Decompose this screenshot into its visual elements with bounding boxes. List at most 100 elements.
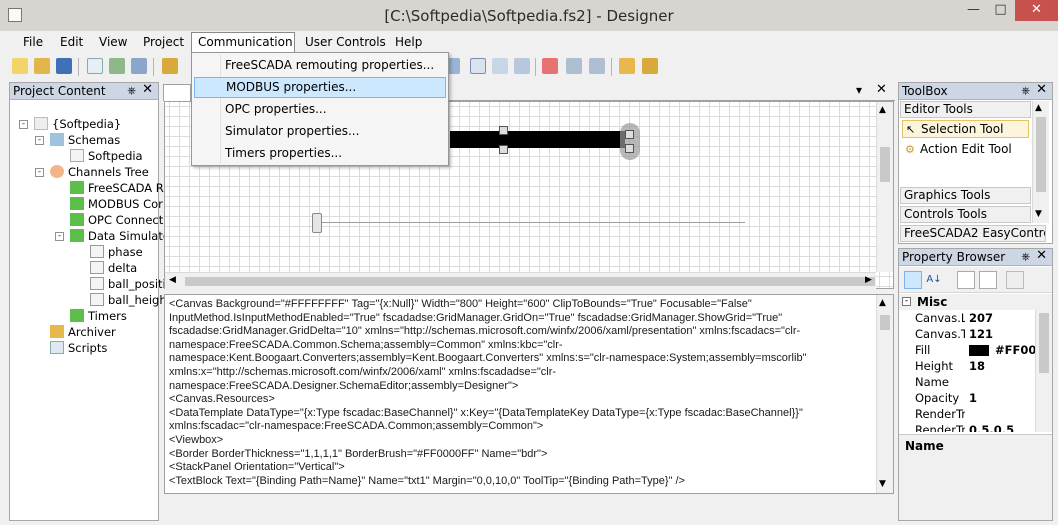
- send-back-icon[interactable]: [642, 58, 658, 74]
- property-value[interactable]: 207: [969, 310, 993, 326]
- vertical-scrollbar[interactable]: ▲: [876, 102, 893, 272]
- scroll-thumb[interactable]: [1039, 313, 1049, 373]
- slider-track[interactable]: [320, 222, 745, 223]
- menu-item-simulator-properties[interactable]: Simulator properties...: [194, 121, 446, 142]
- scroll-down-icon[interactable]: ▼: [879, 479, 886, 489]
- scroll-thumb[interactable]: [1036, 117, 1046, 192]
- menu-item-modbus-properties[interactable]: MODBUS properties...: [194, 77, 446, 98]
- property-row[interactable]: Height 18: [899, 358, 1042, 374]
- property-pages-icon[interactable]: [957, 271, 975, 289]
- tree-item-opc[interactable]: OPC Connecti: [70, 212, 166, 228]
- xaml-icon[interactable]: [542, 58, 558, 74]
- paste-icon[interactable]: [514, 58, 530, 74]
- copy-icon[interactable]: [492, 58, 508, 74]
- xaml-editor[interactable]: <Canvas Background="#FFFFFFFF" Tag="{x:N…: [164, 294, 894, 494]
- collapse-toggle[interactable]: -: [19, 120, 28, 129]
- menu-communication[interactable]: Communication: [191, 32, 295, 53]
- scroll-thumb[interactable]: [880, 147, 890, 182]
- vertical-scrollbar[interactable]: ▲ ▼: [1032, 101, 1049, 223]
- scroll-right-icon[interactable]: ▶: [865, 275, 872, 285]
- sort-alpha-icon[interactable]: A↓: [925, 271, 943, 289]
- close-icon[interactable]: ✕: [142, 82, 153, 98]
- property-grid-icon[interactable]: [1006, 271, 1024, 289]
- property-value[interactable]: 1: [969, 390, 977, 406]
- scroll-up-icon[interactable]: ▲: [1035, 103, 1042, 113]
- menu-view[interactable]: View: [93, 34, 133, 51]
- pin-icon[interactable]: ⎈: [1021, 249, 1030, 265]
- property-row[interactable]: RenderTra 0.5,0.5: [899, 422, 1042, 432]
- menu-edit[interactable]: Edit: [54, 34, 89, 51]
- scroll-thumb[interactable]: [880, 315, 890, 330]
- property-value[interactable]: 121: [969, 326, 993, 342]
- group-graphics-tools[interactable]: Graphics Tools: [900, 187, 1031, 204]
- property-value[interactable]: 0.5,0.5: [969, 422, 1014, 432]
- tree-item-channel[interactable]: delta: [90, 260, 137, 276]
- collapse-toggle[interactable]: -: [55, 232, 64, 241]
- pin-icon[interactable]: ⎈: [1021, 83, 1030, 99]
- save-icon[interactable]: [56, 58, 72, 74]
- scroll-left-icon[interactable]: ◀: [169, 275, 176, 285]
- property-row[interactable]: Opacity 1: [899, 390, 1042, 406]
- tree-item-channels-tree[interactable]: Channels Tree: [50, 164, 149, 180]
- resize-handle[interactable]: [625, 130, 634, 139]
- property-value[interactable]: 18: [969, 358, 985, 374]
- scroll-down-icon[interactable]: ▼: [1035, 209, 1042, 219]
- close-button[interactable]: ✕: [1015, 0, 1058, 21]
- horizontal-scrollbar[interactable]: ◀ ▶: [165, 272, 876, 289]
- menu-project[interactable]: Project: [137, 34, 190, 51]
- group-editor-tools[interactable]: Editor Tools: [900, 101, 1031, 118]
- tree-item-schema[interactable]: Softpedia: [70, 148, 143, 164]
- tree-item-freescada[interactable]: FreeSCADA R: [70, 180, 164, 196]
- close-document-icon[interactable]: ✕: [876, 82, 887, 97]
- menu-file[interactable]: File: [17, 34, 49, 51]
- categorized-icon[interactable]: [904, 271, 922, 289]
- build-icon[interactable]: [131, 58, 147, 74]
- menu-item-opc-properties[interactable]: OPC properties...: [194, 99, 446, 120]
- tree-item-schemas[interactable]: Schemas: [50, 132, 120, 148]
- slider-thumb[interactable]: [312, 213, 322, 233]
- group-easycontrols[interactable]: FreeSCADA2 EasyControls...: [900, 225, 1046, 242]
- close-icon[interactable]: ✕: [1036, 248, 1047, 264]
- events-icon[interactable]: [979, 271, 997, 289]
- close-icon[interactable]: ✕: [1036, 82, 1047, 98]
- open-folder-icon[interactable]: [34, 58, 50, 74]
- document-tab[interactable]: [163, 84, 191, 101]
- vertical-scrollbar[interactable]: ▲ ▼: [876, 295, 893, 493]
- group-controls-tools[interactable]: Controls Tools: [900, 206, 1031, 223]
- property-row[interactable]: RenderTra: [899, 406, 1042, 422]
- tree-item-scripts[interactable]: Scripts: [50, 340, 107, 356]
- vertical-scrollbar[interactable]: [1035, 310, 1052, 432]
- bring-front-icon[interactable]: [619, 58, 635, 74]
- property-row[interactable]: Canvas.Le 207: [899, 310, 1042, 326]
- tools-icon[interactable]: [162, 58, 178, 74]
- cut-icon[interactable]: [470, 58, 486, 74]
- menu-item-freescada-remouting[interactable]: FreeSCADA remouting properties...: [194, 55, 446, 76]
- new-schema-icon[interactable]: [87, 58, 103, 74]
- scroll-up-icon[interactable]: ▲: [879, 298, 886, 308]
- pin-icon[interactable]: ⎈: [127, 83, 136, 99]
- new-icon[interactable]: [12, 58, 28, 74]
- collapse-toggle[interactable]: -: [35, 136, 44, 145]
- tree-item-root[interactable]: {Softpedia}: [34, 116, 121, 132]
- resize-handle[interactable]: [499, 126, 508, 135]
- category-misc[interactable]: - Misc: [899, 294, 1052, 310]
- resize-handle[interactable]: [499, 145, 508, 154]
- selected-bar-shape[interactable]: [450, 131, 625, 148]
- menu-item-timers-properties[interactable]: Timers properties...: [194, 143, 446, 164]
- tree-item-data-simulator[interactable]: Data Simulator: [70, 228, 175, 244]
- tree-item-channel[interactable]: ball_heigh: [90, 292, 167, 308]
- action-edit-tool-item[interactable]: ⚙ Action Edit Tool: [902, 141, 1029, 159]
- scroll-thumb[interactable]: [185, 277, 875, 286]
- tree-item-archiver[interactable]: Archiver: [50, 324, 116, 340]
- selection-tool-item[interactable]: ↖ Selection Tool: [902, 120, 1029, 138]
- maximize-button[interactable]: □: [987, 0, 1014, 21]
- scroll-up-icon[interactable]: ▲: [879, 105, 886, 115]
- tab-list-dropdown-icon[interactable]: ▾: [856, 83, 862, 97]
- tree-item-channel[interactable]: ball_positi: [90, 276, 166, 292]
- minimize-button[interactable]: —: [960, 0, 987, 21]
- resize-handle[interactable]: [625, 144, 634, 153]
- property-row[interactable]: Canvas.To 121: [899, 326, 1042, 342]
- tree-item-timers[interactable]: Timers: [70, 308, 127, 324]
- property-row[interactable]: Fill #FF00: [899, 342, 1042, 358]
- collapse-toggle[interactable]: -: [35, 168, 44, 177]
